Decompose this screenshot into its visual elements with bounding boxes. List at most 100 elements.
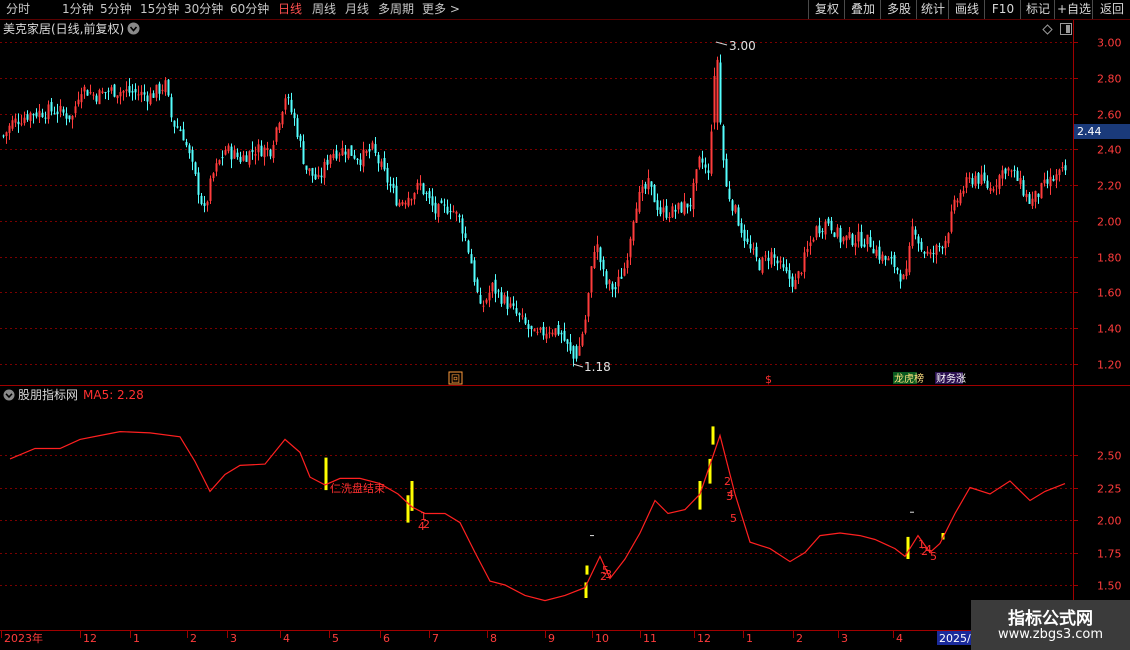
candle-body	[683, 201, 686, 215]
signal-number-group: 14223523451245	[418, 475, 937, 583]
signal-number: 2	[423, 518, 430, 531]
candle-body	[962, 190, 965, 194]
event-marker-return[interactable]: 回	[451, 374, 460, 385]
candle-body	[407, 197, 410, 206]
candle-body	[503, 295, 506, 304]
date-axis: 2023年 12 1 2 3 4 5 6 7 8 9 10 11 12 1 2 3 4 2025/0	[1, 630, 978, 645]
candle-body	[365, 150, 368, 154]
price-tick-label: 1.80	[1097, 252, 1122, 265]
candle-body	[773, 254, 776, 258]
candle-body	[530, 325, 533, 330]
candle-body	[362, 149, 365, 167]
candle-body	[884, 256, 887, 260]
candle-body	[239, 156, 242, 162]
candle-body	[482, 305, 485, 307]
candle-body	[281, 111, 284, 125]
indicator-tick-label: 2.50	[1097, 450, 1122, 463]
candle-body	[332, 153, 335, 159]
candle-body	[29, 112, 32, 121]
candle-body	[248, 151, 251, 165]
indicator-axis: 2.50 2.25 2.00 1.75 1.50	[1073, 450, 1122, 593]
candle-body	[905, 268, 908, 276]
candle-body	[923, 252, 926, 254]
candle-body	[218, 160, 221, 165]
candle-body	[302, 141, 305, 164]
candle-body	[911, 226, 914, 246]
candle-body	[230, 146, 233, 160]
candle-body	[959, 192, 962, 204]
candle-body	[980, 174, 983, 185]
candle-body	[725, 158, 728, 187]
candle-body	[326, 159, 329, 165]
candle-body	[839, 228, 842, 243]
candle-body	[1022, 180, 1025, 196]
candle-body	[338, 154, 341, 156]
event-marker-dollar[interactable]: $	[765, 373, 772, 386]
candle-body	[575, 346, 578, 359]
candle-body	[551, 332, 554, 335]
candle-body	[971, 178, 974, 185]
price-tick-label: 3.00	[1097, 37, 1122, 50]
candle-body	[458, 215, 461, 218]
candle-body	[809, 242, 812, 246]
candle-body	[1004, 168, 1007, 174]
candle-body	[557, 325, 560, 335]
date-label: 8	[490, 632, 497, 645]
candle-body	[509, 303, 512, 308]
candle-body	[1001, 170, 1004, 179]
candle-body	[374, 144, 377, 154]
candle-body	[620, 276, 623, 279]
candle-body	[173, 120, 176, 127]
candle-body	[677, 203, 680, 210]
candle-body	[107, 90, 110, 92]
candle-body	[1010, 170, 1013, 172]
candle-body	[758, 259, 761, 271]
date-label: 2023年	[4, 631, 43, 645]
candle-body	[14, 118, 17, 123]
candle-body	[674, 209, 677, 212]
candle-body	[734, 205, 737, 213]
event-marker-dragon[interactable]: 龙虎榜	[894, 372, 924, 385]
candlestick-series	[2, 54, 1067, 367]
candle-body	[611, 283, 614, 290]
candle-body	[926, 251, 929, 254]
candle-body	[764, 255, 767, 257]
candle-body	[416, 182, 419, 190]
candle-body	[506, 296, 509, 309]
candle-body	[623, 268, 626, 276]
price-axis: 3.00 2.80 2.60 2.40 2.20 2.00 1.80 1.60 1.40 1.20	[1073, 37, 1122, 372]
candle-body	[776, 260, 779, 264]
candle-body	[83, 86, 86, 92]
candle-body	[761, 257, 764, 273]
candle-body	[743, 229, 746, 241]
candle-body	[701, 158, 704, 163]
candle-body	[797, 271, 800, 279]
candle-body	[320, 175, 323, 178]
signal-number: 5	[730, 512, 737, 525]
candle-body	[5, 132, 8, 137]
signal-number: 2	[724, 475, 731, 488]
candle-body	[518, 313, 521, 316]
candle-body	[791, 276, 794, 287]
candle-body	[806, 249, 809, 252]
candle-body	[272, 144, 275, 159]
candle-body	[827, 218, 830, 224]
candle-body	[347, 148, 350, 159]
candle-body	[659, 207, 662, 215]
candle-body	[515, 308, 518, 314]
candle-body	[824, 221, 827, 235]
candle-body	[545, 333, 548, 339]
chart-canvas[interactable]: 3.00 2.80 2.60 2.40 2.20 2.00 1.80 1.60 1.40 1.20…	[0, 0, 1130, 650]
candle-body	[251, 149, 254, 153]
candle-body	[50, 102, 53, 112]
candle-body	[473, 260, 476, 283]
candle-body	[755, 246, 758, 257]
candle-body	[254, 154, 257, 156]
candle-body	[329, 155, 332, 164]
candle-body	[860, 231, 863, 247]
event-marker-finance[interactable]: 财务涨	[936, 372, 966, 385]
date-label: 4	[896, 632, 903, 645]
candle-body	[689, 205, 692, 207]
candle-body	[527, 324, 530, 329]
candle-body	[524, 317, 527, 324]
